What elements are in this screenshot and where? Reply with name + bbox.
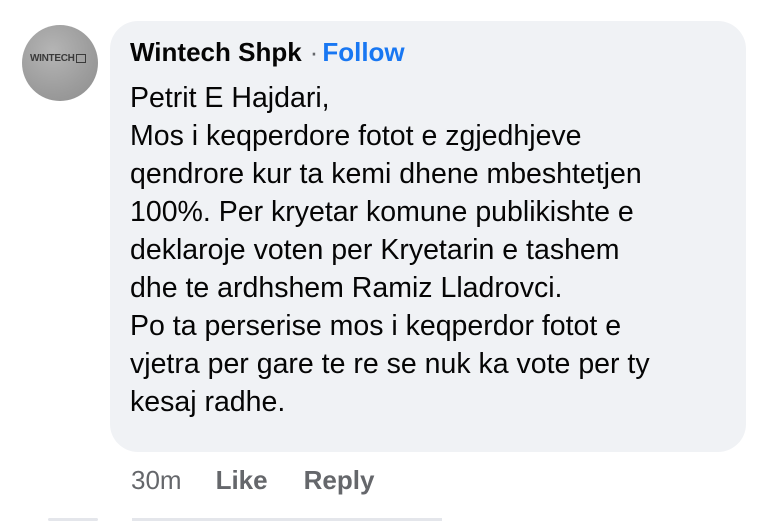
comment-text: Petrit E Hajdari, Mos i keqperdore fotot…: [130, 79, 730, 421]
follow-button[interactable]: Follow: [322, 37, 404, 67]
comment-line: qendrore kur ta kemi dhene mbeshtetjen: [130, 158, 642, 190]
comment-actions: 30m Like Reply: [131, 465, 410, 495]
reply-button[interactable]: Reply: [304, 465, 375, 495]
comment: WINTECH Wintech Shpk · Follow Petrit E Haj…: [0, 0, 768, 521]
comment-line: kesaj radhe.: [130, 386, 286, 418]
comment-line: Po ta perserise mos i keqperdor fotot e: [130, 310, 622, 342]
comment-line: vjetra per gare te re se nuk ka vote per…: [130, 348, 650, 380]
like-button[interactable]: Like: [216, 465, 268, 495]
comment-line: Petrit E Hajdari,: [130, 82, 330, 114]
comment-line: dhe te ardhshem Ramiz Lladrovci.: [130, 272, 563, 304]
comment-bubble: Wintech Shpk · Follow Petrit E Hajdari, Mo…: [110, 21, 746, 452]
comment-header: Wintech Shpk · Follow: [130, 37, 405, 67]
author-name[interactable]: Wintech Shpk: [130, 37, 302, 67]
comment-line: deklaroje voten per Kryetarin e tashem: [130, 234, 620, 266]
separator: ·: [309, 37, 319, 67]
avatar[interactable]: WINTECH: [22, 25, 98, 101]
company-logo-icon: WINTECH: [30, 53, 90, 67]
comment-line: 100%. Per kryetar komune publikishte e: [130, 196, 634, 228]
logo-text: WINTECH: [30, 53, 75, 64]
comment-line: Mos i keqperdore fotot e zgjedhjeve: [130, 120, 582, 152]
timestamp[interactable]: 30m: [131, 465, 182, 495]
